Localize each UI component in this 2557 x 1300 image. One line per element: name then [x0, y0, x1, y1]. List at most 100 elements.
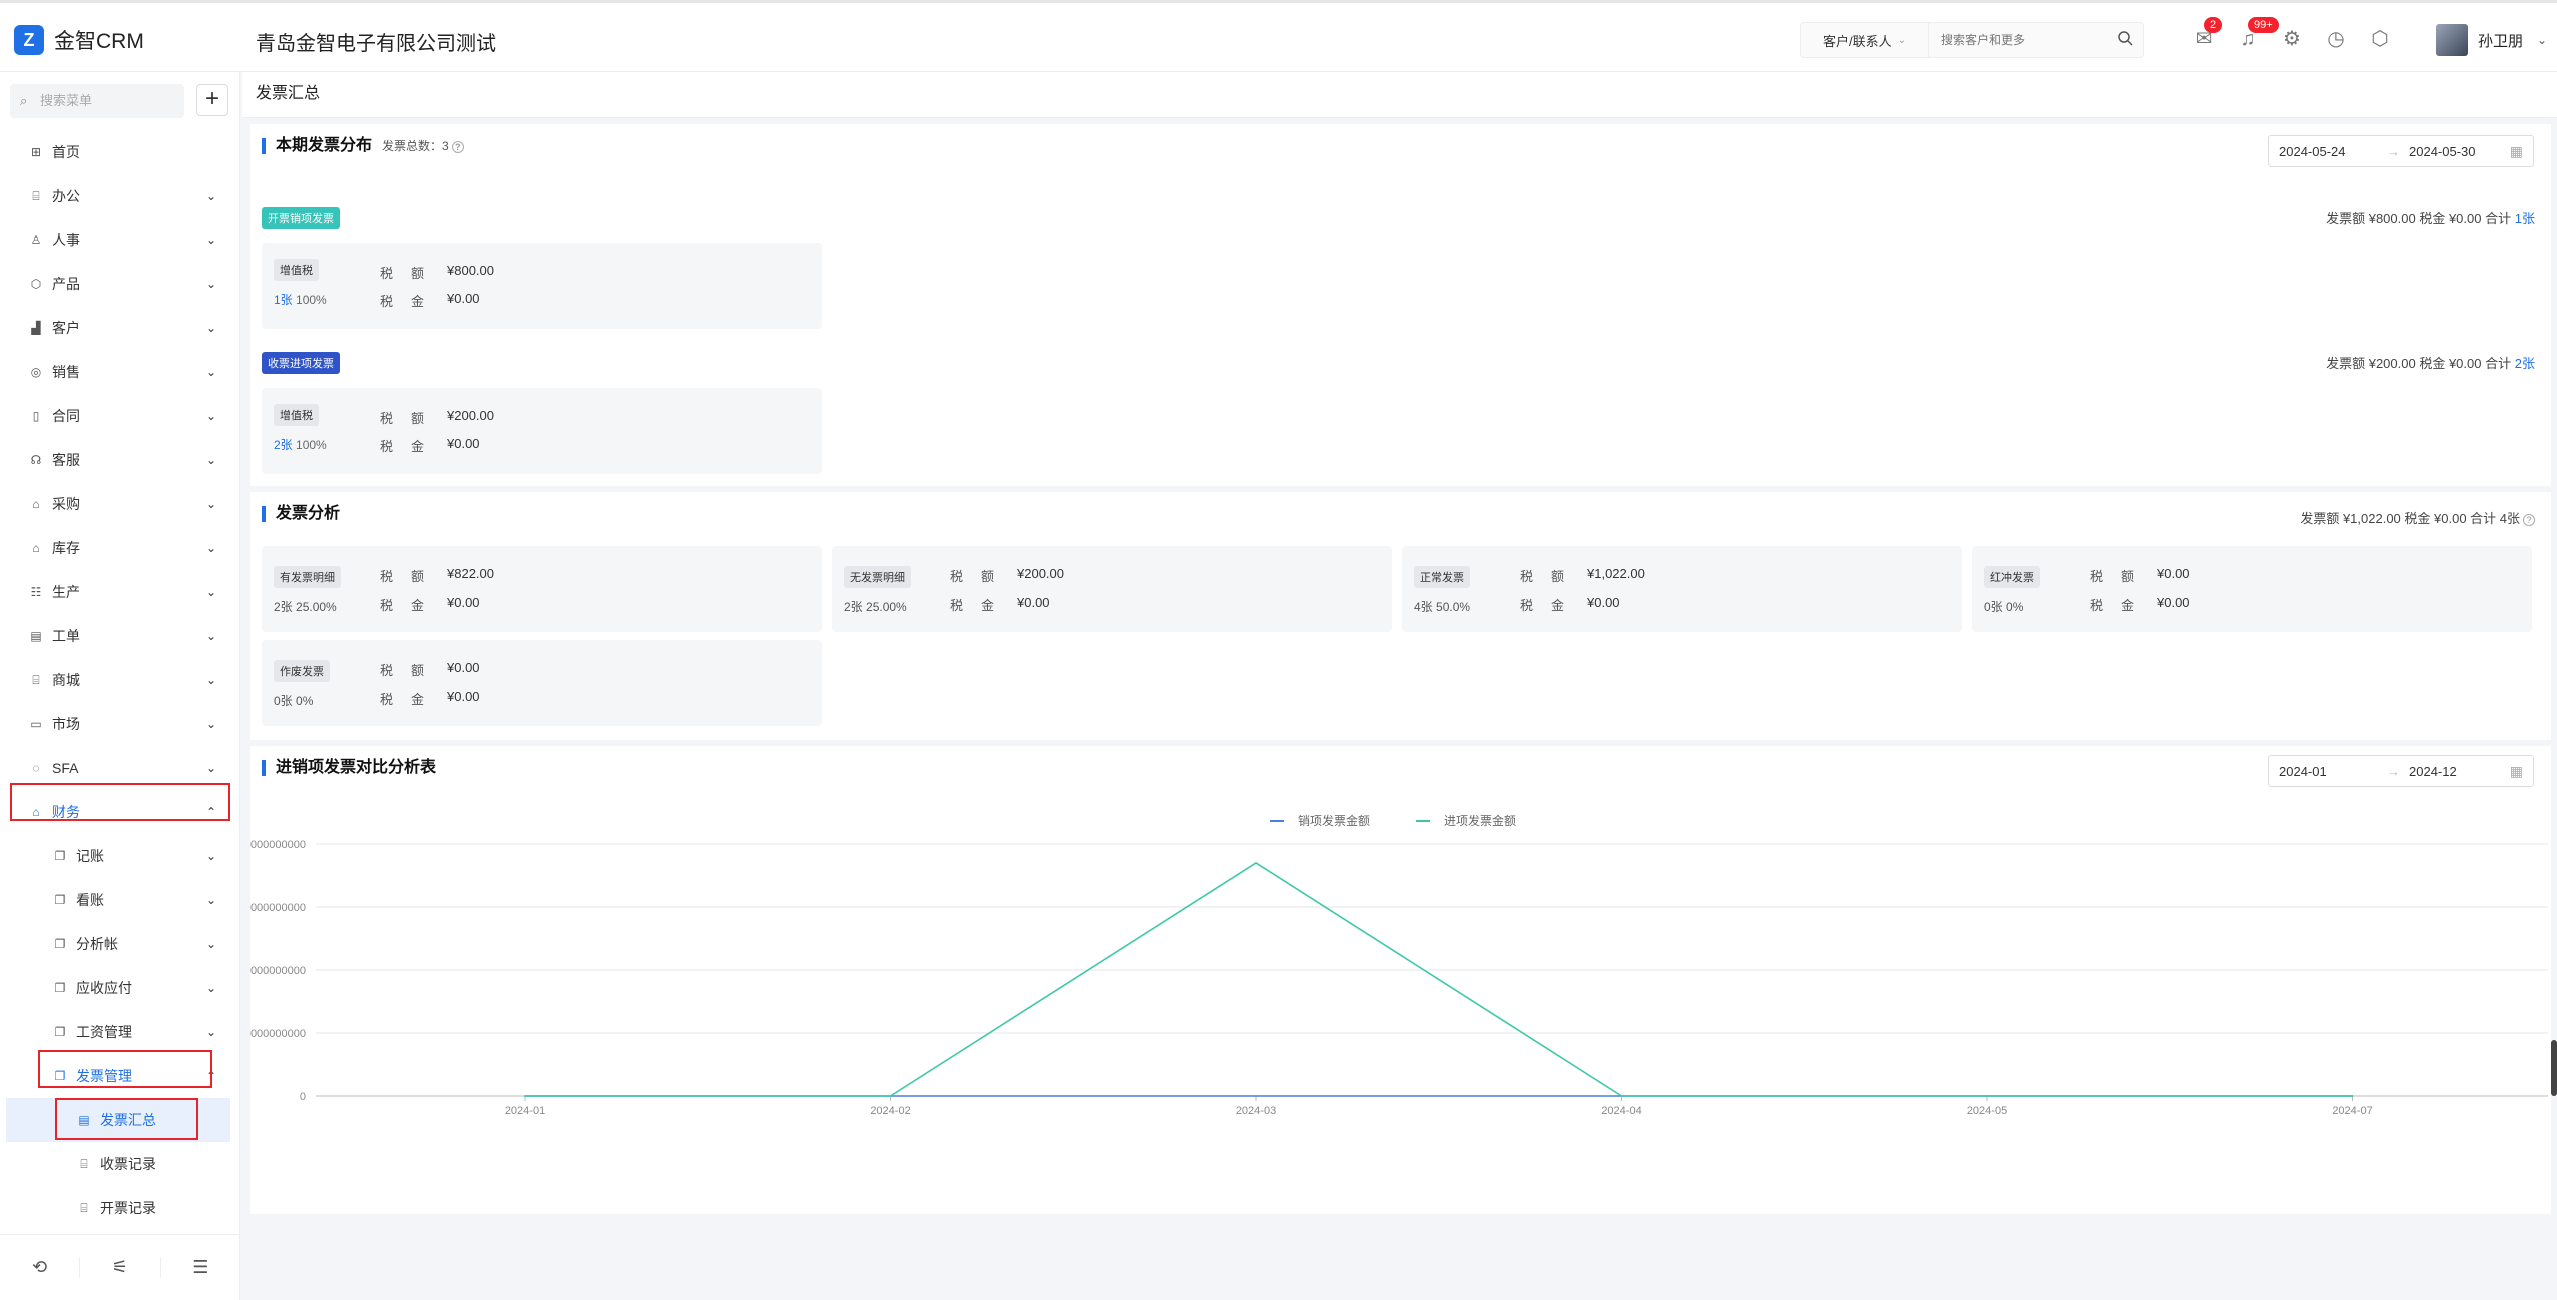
- scrollbar-thumb[interactable]: [2551, 1040, 2557, 1096]
- issue-record-icon: ⌸: [80, 1200, 88, 1215]
- search-icon[interactable]: [2107, 30, 2143, 51]
- collapse-menu-icon[interactable]: ☰: [161, 1257, 240, 1278]
- summary-total[interactable]: 1张: [2515, 211, 2535, 226]
- invoice-count-link[interactable]: 2张: [274, 438, 293, 452]
- comparison-chart: 0 30000000000 60000000000 90000000000 120000…: [250, 839, 2548, 1117]
- sidebar-item[interactable]: ⌂ 库存 ⌄: [0, 526, 240, 570]
- sidebar-item[interactable]: ⬡ 产品 ⌄: [0, 262, 240, 306]
- analysis-summary: 发票额 ¥1,022.00 税金 ¥0.00 合计 4张?: [2300, 508, 2535, 527]
- top-bar: Z 金智CRM 青岛金智电子有限公司测试 客户/联系人 ⌄ ✉2 ♫99+ ⚙ …: [0, 0, 2557, 72]
- home-icon: ⊞: [30, 145, 42, 159]
- add-button[interactable]: +: [196, 84, 228, 116]
- chevron-down-icon: ⌄: [205, 233, 216, 247]
- invoice-type-tag: 开票销项发票: [262, 207, 340, 229]
- x-tick-label: 2024-03: [1236, 1105, 1276, 1117]
- message-icon[interactable]: ✉ 2: [2190, 17, 2223, 53]
- chevron-down-icon: ⌄: [2537, 33, 2548, 47]
- sidebar-item-label: 首页: [52, 144, 80, 160]
- search-input[interactable]: [1929, 33, 2107, 47]
- sidebar-subitem[interactable]: ❐ 记账 ⌄: [0, 834, 240, 878]
- amount-value: ¥200.00: [1017, 566, 1064, 581]
- logo-icon: Z: [14, 25, 44, 55]
- analysis-count: 2张: [274, 600, 293, 614]
- message-badge: 2: [2204, 17, 2223, 33]
- sidebar-item[interactable]: ⌂ 采购 ⌄: [0, 482, 240, 526]
- data-point[interactable]: [1986, 1095, 1988, 1097]
- tax-label: 税金: [1520, 598, 1583, 613]
- data-point[interactable]: [1255, 1095, 1257, 1097]
- invoice-box-count: 2张 100%: [274, 436, 327, 453]
- sidebar-leaf-item[interactable]: ⌸ 开票记录: [0, 1186, 240, 1230]
- invoice-type-tag: 收票进项发票: [262, 352, 340, 374]
- sidebar-item[interactable]: ⌸ 办公 ⌄: [0, 174, 240, 218]
- amount-value: ¥800.00: [447, 263, 494, 278]
- sidebar-subitem[interactable]: ❐ 应收应付 ⌄: [0, 966, 240, 1010]
- chevron-down-icon: ⌄: [205, 981, 216, 995]
- sidebar-item-label: 办公: [52, 188, 80, 204]
- sidebar-leaf-item[interactable]: ⌸ 收票记录: [0, 1142, 240, 1186]
- history-icon[interactable]: ⟲: [0, 1257, 81, 1278]
- sidebar-leaf-item[interactable]: ▤ 发票汇总: [6, 1098, 230, 1142]
- sidebar-subitem[interactable]: ❐ 分析帐 ⌄: [0, 922, 240, 966]
- page-title: 发票汇总: [242, 72, 2557, 118]
- invoice-box-type: 增值税: [274, 404, 319, 426]
- summary-total[interactable]: 2张: [2515, 356, 2535, 371]
- chevron-up-icon: ⌃: [205, 805, 216, 819]
- sales-icon: ◎: [30, 365, 42, 379]
- salary-icon: ❐: [54, 1025, 66, 1039]
- analysis-box: 正常发票 4张 50.0% 税额 ¥1,022.00 税金 ¥0.00: [1402, 546, 1962, 632]
- sidebar-item[interactable]: ▤ 工单 ⌄: [0, 614, 240, 658]
- data-point[interactable]: [1620, 1095, 1623, 1097]
- search-type-select[interactable]: 客户/联系人 ⌄: [1801, 23, 1929, 57]
- sidebar-item[interactable]: ♙ 人事 ⌄: [0, 218, 240, 262]
- chevron-down-icon: ⌄: [205, 541, 216, 555]
- section-summary: 发票额 ¥800.00 税金 ¥0.00 合计 1张: [2326, 208, 2535, 227]
- clock-icon[interactable]: ◷: [2322, 25, 2350, 53]
- data-point[interactable]: [524, 1095, 526, 1097]
- distribution-date-range[interactable]: 2024-05-24 → 2024-05-30 ▦: [2268, 135, 2534, 167]
- cube-icon[interactable]: ⬡: [2366, 25, 2394, 53]
- legend-swatch: [1416, 819, 1431, 822]
- filter-settings-icon[interactable]: ⚟: [80, 1257, 161, 1278]
- chevron-down-icon: ⌄: [205, 937, 216, 951]
- invoice-percent: 100%: [296, 293, 327, 307]
- data-point[interactable]: [1255, 862, 1257, 864]
- tax-label: 税金: [380, 598, 443, 613]
- invoice-count-link[interactable]: 1张: [274, 293, 293, 307]
- logo[interactable]: Z 金智CRM: [14, 25, 144, 55]
- bell-icon[interactable]: ♫ 99+: [2234, 17, 2279, 53]
- sidebar-subitem-label: 分析帐: [76, 936, 118, 952]
- gear-icon[interactable]: ⚙: [2278, 25, 2306, 53]
- analysis-box-count: 0张 0%: [1984, 598, 2023, 615]
- data-point[interactable]: [889, 1095, 892, 1097]
- sidebar-subitem-label: 发票管理: [76, 1068, 132, 1084]
- sidebar-item[interactable]: ⊞ 首页: [0, 130, 240, 174]
- sidebar-subitem[interactable]: ❐ 发票管理 ⌃: [0, 1054, 240, 1098]
- user-menu[interactable]: 孙卫朋 ⌄: [2436, 24, 2547, 56]
- data-point[interactable]: [2351, 1095, 2354, 1097]
- sidebar-item[interactable]: ▯ 合同 ⌄: [0, 394, 240, 438]
- x-tick-label: 2024-07: [2332, 1105, 2372, 1117]
- sidebar-item[interactable]: ▟ 客户 ⌄: [0, 306, 240, 350]
- sidebar-item[interactable]: ⌸ 商城 ⌄: [0, 658, 240, 702]
- sidebar-item[interactable]: ⌂ 财务 ⌃: [0, 790, 240, 834]
- sidebar-item-label: 人事: [52, 232, 80, 248]
- sidebar-item[interactable]: ◌ SFA ⌄: [0, 746, 240, 790]
- sidebar-item-label: 产品: [52, 276, 80, 292]
- ledger-icon: ❐: [54, 849, 66, 863]
- sidebar-item[interactable]: ▭ 市场 ⌄: [0, 702, 240, 746]
- chevron-down-icon: ⌄: [205, 453, 216, 467]
- office-icon: ⌸: [32, 188, 40, 203]
- sidebar-item-label: 库存: [52, 540, 80, 556]
- sidebar-item[interactable]: ◎ 销售 ⌄: [0, 350, 240, 394]
- chevron-down-icon: ⌄: [205, 761, 216, 775]
- sidebar-item[interactable]: ☷ 生产 ⌄: [0, 570, 240, 614]
- y-tick-label: 0: [300, 1091, 306, 1103]
- analysis-percent: 0%: [296, 694, 314, 708]
- sidebar-item[interactable]: ☊ 客服 ⌄: [0, 438, 240, 482]
- sidebar-subitem[interactable]: ❐ 工资管理 ⌄: [0, 1010, 240, 1054]
- arrow-right-icon: →: [2387, 763, 2400, 779]
- menu-search-input[interactable]: ⌕ 搜索菜单: [10, 84, 184, 118]
- sidebar-subitem[interactable]: ❐ 看账 ⌄: [0, 878, 240, 922]
- comparison-date-range[interactable]: 2024-01 → 2024-12 ▦: [2268, 755, 2534, 787]
